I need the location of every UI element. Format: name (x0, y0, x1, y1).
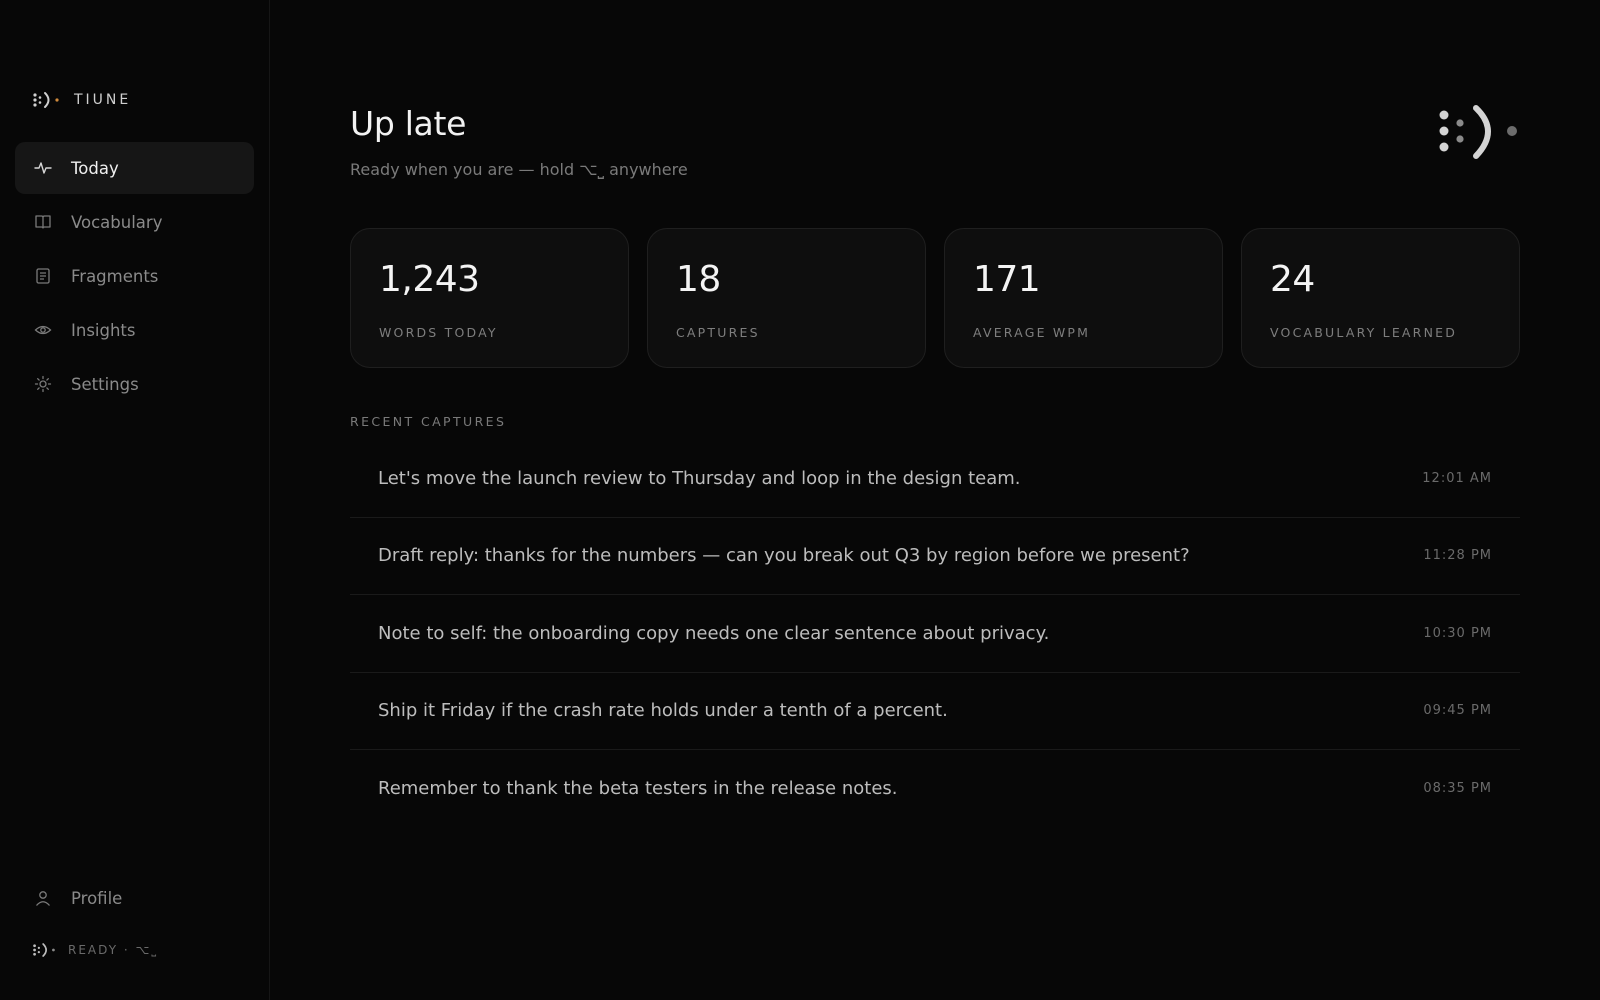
capture-row[interactable]: Note to self: the onboarding copy needs … (350, 595, 1520, 673)
sidebar: TIUNE Today Vocabulary Fragments Insight… (0, 0, 270, 1000)
sidebar-item-settings[interactable]: Settings (15, 358, 254, 410)
profile-label: Profile (71, 888, 123, 908)
capture-row[interactable]: Ship it Friday if the crash rate holds u… (350, 673, 1520, 750)
recent-captures-list: Let's move the launch review to Thursday… (350, 440, 1520, 828)
stat-label: CAPTURES (676, 325, 760, 340)
book-icon (33, 212, 53, 232)
capture-time: 11:28 PM (1423, 548, 1492, 564)
stat-card-vocabulary-learned: 24 VOCABULARY LEARNED (1241, 228, 1520, 368)
stat-value: 1,243 (379, 259, 480, 300)
document-icon (33, 266, 53, 286)
sidebar-nav: Today Vocabulary Fragments Insights Sett… (15, 142, 254, 412)
capture-time: 10:30 PM (1423, 625, 1492, 641)
capture-text: Remember to thank the beta testers in th… (378, 778, 898, 800)
tiune-logo-icon (33, 943, 55, 957)
capture-row[interactable]: Let's move the launch review to Thursday… (350, 440, 1520, 518)
main-content: Up late Ready when you are — hold ⌥⎵ any… (350, 0, 1520, 1000)
stat-value: 171 (973, 259, 1041, 300)
capture-text: Ship it Friday if the crash rate holds u… (378, 700, 948, 722)
stats-row: 1,243 WORDS TODAY 18 CAPTURES 171 AVERAG… (350, 228, 1520, 368)
user-icon (33, 888, 53, 908)
tiune-hero-logo-icon (1439, 105, 1517, 159)
sidebar-item-label: Today (71, 158, 119, 178)
sidebar-item-profile[interactable]: Profile (33, 884, 122, 912)
stat-card-average-wpm: 171 AVERAGE WPM (944, 228, 1223, 368)
brand: TIUNE (32, 88, 131, 112)
capture-row[interactable]: Draft reply: thanks for the numbers — ca… (350, 518, 1520, 595)
status-text: READY · ⌥⎵ (68, 942, 159, 957)
stat-card-captures: 18 CAPTURES (647, 228, 926, 368)
sidebar-item-vocabulary[interactable]: Vocabulary (15, 196, 254, 248)
capture-row[interactable]: Remember to thank the beta testers in th… (350, 750, 1520, 828)
sidebar-item-label: Vocabulary (71, 212, 163, 232)
capture-text: Draft reply: thanks for the numbers — ca… (378, 545, 1190, 567)
capture-text: Note to self: the onboarding copy needs … (378, 622, 1050, 644)
capture-time: 08:35 PM (1423, 781, 1492, 797)
sidebar-item-label: Fragments (71, 266, 159, 286)
app-window: TIUNE Today Vocabulary Fragments Insight… (0, 0, 1600, 1000)
activity-icon (33, 158, 53, 178)
sidebar-item-today[interactable]: Today (15, 142, 254, 194)
capture-time: 09:45 PM (1423, 703, 1492, 719)
recent-captures-title: RECENT CAPTURES (350, 414, 507, 429)
stat-value: 24 (1270, 259, 1315, 300)
sidebar-item-insights[interactable]: Insights (15, 304, 254, 356)
gear-icon (33, 374, 53, 394)
stat-value: 18 (676, 259, 721, 300)
stat-label: AVERAGE WPM (973, 325, 1091, 340)
sidebar-item-label: Insights (71, 320, 136, 340)
stat-card-words-today: 1,243 WORDS TODAY (350, 228, 629, 368)
sidebar-item-label: Settings (71, 374, 139, 394)
page-subtitle: Ready when you are — hold ⌥⎵ anywhere (350, 160, 688, 179)
sidebar-item-fragments[interactable]: Fragments (15, 250, 254, 302)
eye-icon (33, 320, 53, 340)
status-indicator: READY · ⌥⎵ (32, 940, 158, 960)
capture-time: 12:01 AM (1422, 470, 1492, 486)
page-title: Up late (350, 104, 467, 143)
capture-text: Let's move the launch review to Thursday… (378, 467, 1021, 489)
tiune-logo-icon (33, 92, 59, 108)
brand-name: TIUNE (74, 92, 132, 108)
stat-label: WORDS TODAY (379, 325, 498, 340)
stat-label: VOCABULARY LEARNED (1270, 325, 1458, 340)
